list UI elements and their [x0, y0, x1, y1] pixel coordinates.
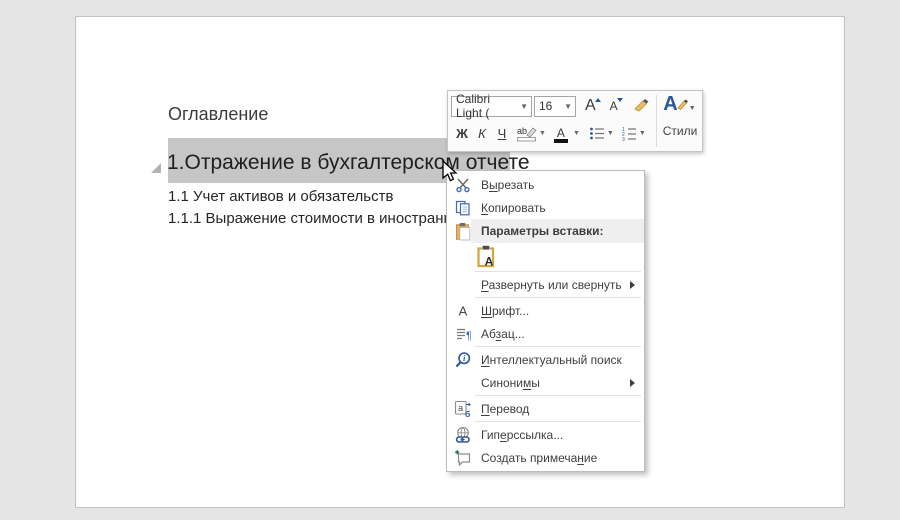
- menu-item-expand-collapse[interactable]: Развернуть или свернуть: [447, 273, 644, 296]
- svg-text:ab: ab: [517, 126, 527, 136]
- paste-options-label: Параметры вставки:: [471, 219, 644, 243]
- format-painter-icon: [633, 99, 649, 112]
- menu-item-smart-lookup[interactable]: i Интеллектуальный поиск: [447, 348, 644, 371]
- menu-item-font[interactable]: A Шрифт...: [447, 299, 644, 322]
- menu-item-new-comment[interactable]: Создать примечание: [447, 446, 644, 469]
- menu-item-label: Синонимы: [481, 375, 540, 390]
- font-color-dropdown-icon[interactable]: ▼: [572, 130, 581, 137]
- submenu-arrow-icon: [630, 280, 635, 289]
- translate-icon: aб: [451, 397, 475, 420]
- bold-button[interactable]: Ж: [454, 126, 470, 141]
- grow-font-button[interactable]: A: [585, 97, 602, 115]
- menu-item-label: Вырезать: [481, 177, 535, 192]
- menu-separator: [475, 271, 641, 272]
- numbering-dropdown-icon[interactable]: ▼: [638, 130, 647, 137]
- font-color-icon: А: [553, 126, 568, 143]
- underline-button[interactable]: Ч: [494, 126, 510, 141]
- styles-label: Стили: [662, 124, 698, 138]
- scissors-icon: [451, 173, 475, 196]
- menu-item-paste-options-header: Параметры вставки:: [447, 219, 644, 243]
- smart-lookup-icon: i: [451, 348, 475, 371]
- menu-item-label: Копировать: [481, 200, 546, 215]
- text-highlight-button[interactable]: ab ▼: [516, 125, 547, 142]
- font-color-button[interactable]: А ▼: [553, 126, 581, 143]
- shrink-font-button[interactable]: A: [610, 98, 624, 113]
- heading-collapse-triangle-icon[interactable]: [151, 163, 161, 173]
- italic-icon: К: [478, 125, 486, 141]
- bullets-button[interactable]: ▼: [589, 126, 615, 141]
- bold-icon: Ж: [456, 125, 468, 141]
- hyperlink-icon: [451, 423, 475, 446]
- svg-text:3: 3: [622, 137, 625, 141]
- menu-item-paragraph[interactable]: ¶ Абзац...: [447, 322, 644, 345]
- font-size-dropdown-icon[interactable]: ▼: [561, 102, 575, 111]
- text-highlight-dropdown-icon[interactable]: ▼: [538, 130, 547, 137]
- menu-item-copy[interactable]: Копировать: [447, 196, 644, 219]
- menu-separator: [475, 297, 641, 298]
- toc-title[interactable]: Оглавление: [168, 104, 268, 125]
- menu-item-synonyms[interactable]: Синонимы: [447, 371, 644, 394]
- numbering-button[interactable]: 1 2 3 ▼: [621, 126, 647, 141]
- menu-item-label: Создать примечание: [481, 450, 598, 465]
- font-size-combo[interactable]: 16 ▼: [534, 95, 576, 117]
- menu-item-label: Гиперссылка...: [481, 427, 564, 442]
- svg-text:a: a: [458, 402, 463, 412]
- bullets-dropdown-icon[interactable]: ▼: [606, 130, 615, 137]
- context-menu: Вырезать Копировать Параметры вставки: A Раз…: [446, 170, 645, 472]
- menu-item-label: Интеллектуальный поиск: [481, 352, 622, 367]
- menu-item-paste-keep-text[interactable]: A: [447, 243, 644, 270]
- font-name-dropdown-icon[interactable]: ▼: [517, 102, 531, 111]
- menu-item-label: Абзац...: [481, 326, 525, 341]
- menu-item-label: Шрифт...: [481, 303, 530, 318]
- clipboard-icon: [451, 219, 475, 243]
- menu-separator: [475, 346, 641, 347]
- menu-item-label: Развернуть или свернуть: [481, 277, 622, 292]
- svg-text:б: б: [465, 409, 470, 418]
- toc-subheading-2[interactable]: 1.1.1 Выражение стоимости в иностранно: [168, 210, 460, 227]
- numbering-icon: 1 2 3: [622, 127, 636, 141]
- styles-button[interactable]: A ▼ Стили: [657, 91, 703, 151]
- menu-separator: [475, 421, 641, 422]
- paragraph-icon: ¶: [451, 322, 475, 345]
- bullets-icon: [589, 127, 604, 139]
- menu-item-hyperlink[interactable]: Гиперссылка...: [447, 423, 644, 446]
- svg-text:i: i: [463, 353, 466, 363]
- font-name-combo[interactable]: Calibri Light ( ▼: [451, 92, 532, 120]
- new-comment-icon: [451, 446, 475, 469]
- font-icon: A: [451, 299, 475, 322]
- svg-text:¶: ¶: [466, 330, 471, 342]
- svg-text:A: A: [459, 303, 468, 318]
- svg-text:A: A: [485, 255, 494, 269]
- underline-icon: Ч: [497, 125, 507, 141]
- text-highlight-icon: ab: [517, 126, 537, 141]
- mini-toolbar: Calibri Light ( ▼ 16 ▼ A A Ж К Ч ab ▼ А …: [447, 90, 703, 152]
- submenu-arrow-icon: [630, 378, 635, 387]
- menu-item-label: Перевод: [481, 401, 530, 416]
- italic-button[interactable]: К: [474, 126, 490, 141]
- font-size-value: 16: [539, 99, 553, 113]
- styles-icon: A ▼: [663, 93, 697, 115]
- toc-subheading-1[interactable]: 1.1 Учет активов и обязательств: [168, 188, 393, 205]
- format-painter-button[interactable]: [632, 97, 650, 115]
- menu-item-cut[interactable]: Вырезать: [447, 173, 644, 196]
- menu-item-translate[interactable]: a б Перевод: [447, 397, 644, 420]
- font-name-value: Calibri Light (: [456, 92, 491, 120]
- menu-separator: [475, 395, 641, 396]
- copy-icon: [451, 196, 475, 219]
- paste-keep-text-icon: A: [473, 243, 499, 270]
- styles-dropdown-icon[interactable]: ▼: [688, 105, 697, 112]
